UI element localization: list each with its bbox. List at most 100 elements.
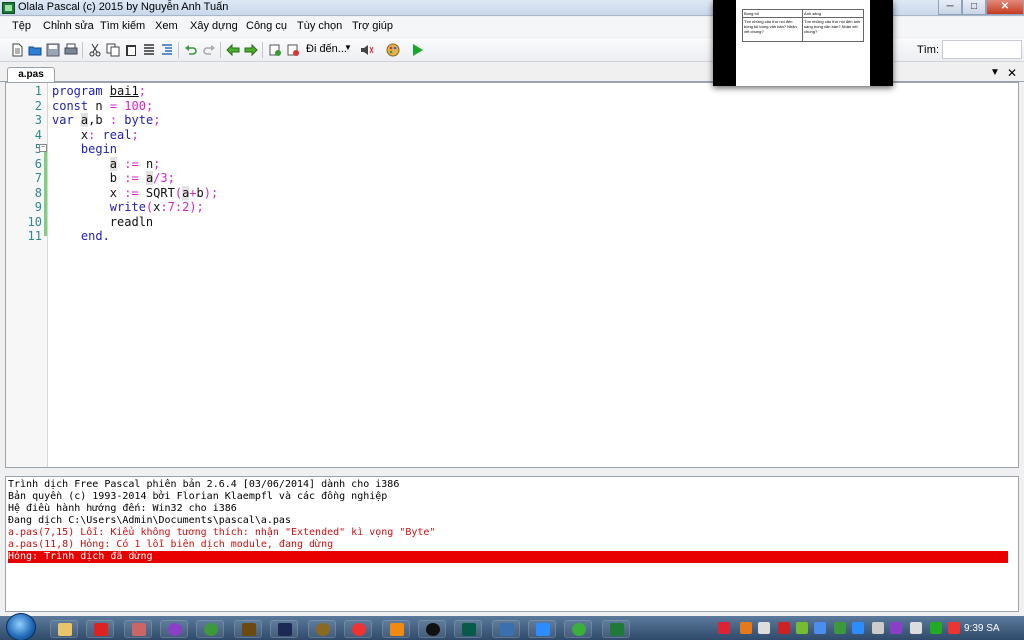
line-number: 9 bbox=[34, 200, 42, 214]
menu-file[interactable]: Tệp bbox=[12, 20, 31, 32]
tab-close-icon[interactable]: ✕ bbox=[1007, 66, 1017, 80]
tray-icon[interactable] bbox=[740, 622, 752, 634]
code-line: program bai1; bbox=[52, 84, 146, 98]
save-icon[interactable] bbox=[46, 43, 60, 57]
code-line: b := a/3; bbox=[52, 171, 175, 185]
code-line: const n = 100; bbox=[52, 98, 154, 113]
line-number: 4 bbox=[34, 127, 42, 142]
preview-cell-light: Tìm những câu thơ nói đến ánh sáng trong… bbox=[802, 17, 864, 42]
photoshop-taskbar-icon[interactable] bbox=[270, 620, 298, 638]
compiler-messages-panel[interactable]: Trình dịch Free Pascal phiên bản 2.6.4 [… bbox=[5, 476, 1019, 612]
tab-list-dropdown-icon[interactable]: ▼ bbox=[990, 67, 1000, 78]
redo-icon[interactable] bbox=[202, 43, 216, 57]
line-number: 7 bbox=[34, 171, 42, 185]
compiler-error[interactable]: a.pas(7,15) Lỗi: Kiểu không tương thích:… bbox=[8, 527, 1008, 539]
close-button[interactable]: ✕ bbox=[986, 0, 1024, 15]
youtube-taskbar-icon[interactable] bbox=[86, 620, 114, 638]
app-taskbar-icon[interactable] bbox=[124, 620, 152, 638]
toolbar-separator bbox=[178, 42, 179, 58]
menu-help[interactable]: Trợ giúp bbox=[352, 20, 393, 32]
tray-icon[interactable] bbox=[778, 622, 790, 634]
goto-dropdown[interactable]: Đi đến... bbox=[306, 43, 347, 55]
line-number: 10 bbox=[27, 214, 42, 229]
modified-lines-marker bbox=[44, 146, 47, 236]
palette-icon[interactable] bbox=[386, 43, 400, 57]
line-number: 5 bbox=[6, 142, 42, 157]
compiler-message: Hệ điều hành hướng đến: Win32 cho i386 bbox=[8, 503, 237, 514]
forward-arrow-icon[interactable] bbox=[244, 43, 258, 57]
run-icon[interactable] bbox=[410, 43, 424, 57]
tray-icon[interactable] bbox=[948, 622, 960, 634]
remove-bookmark-icon[interactable] bbox=[286, 43, 300, 57]
menu-tools[interactable]: Công cụ bbox=[246, 20, 287, 32]
find-input[interactable] bbox=[942, 40, 1022, 59]
line-number: 11 bbox=[27, 229, 42, 243]
preview-table: Bóng tối Ánh sáng Tìm những câu thơ nói … bbox=[741, 9, 864, 42]
record-taskbar-icon[interactable] bbox=[418, 620, 446, 638]
minimize-button[interactable]: ─ bbox=[938, 0, 962, 15]
line-number: 8 bbox=[34, 185, 42, 200]
print-icon[interactable] bbox=[64, 43, 78, 57]
chevron-down-icon[interactable]: ▼ bbox=[344, 43, 352, 52]
tab-a-pas[interactable]: a.pas bbox=[7, 67, 55, 83]
vlc-taskbar-icon[interactable] bbox=[382, 620, 410, 638]
chrome-active-taskbar-icon[interactable] bbox=[564, 620, 592, 638]
code-line: x := SQRT(a+b); bbox=[52, 185, 219, 200]
format-icon[interactable] bbox=[142, 43, 156, 57]
wifi-signal-icon[interactable] bbox=[910, 622, 922, 634]
tray-icon[interactable] bbox=[796, 622, 808, 634]
compiler-message: Bản quyền (c) 1993-2014 bởi Florian Klae… bbox=[8, 491, 388, 502]
compiler-stopped-message[interactable]: Hỏng: Trình dịch đã dừng bbox=[8, 551, 1008, 563]
paste-icon[interactable] bbox=[124, 43, 138, 57]
bridge-taskbar-icon[interactable] bbox=[234, 620, 262, 638]
tray-icon[interactable] bbox=[834, 622, 846, 634]
taskbar-clock[interactable]: 9:39 SA bbox=[964, 623, 1000, 634]
back-arrow-icon[interactable] bbox=[226, 43, 240, 57]
indent-icon[interactable] bbox=[160, 43, 174, 57]
audition-taskbar-icon[interactable] bbox=[454, 620, 482, 638]
line-number: 6 bbox=[34, 156, 42, 171]
target-taskbar-icon[interactable] bbox=[344, 620, 372, 638]
copy-icon[interactable] bbox=[106, 43, 120, 57]
preview-page: Bóng tối Ánh sáng Tìm những câu thơ nói … bbox=[736, 0, 870, 86]
compiler-message: Đang dịch C:\Users\Admin\Documents\pasca… bbox=[8, 515, 291, 526]
menu-edit[interactable]: Chỉnh sửa bbox=[43, 20, 94, 32]
tray-icon[interactable] bbox=[872, 622, 884, 634]
open-folder-icon[interactable] bbox=[28, 43, 42, 57]
menu-view[interactable]: Xem bbox=[155, 20, 178, 32]
start-button[interactable] bbox=[6, 613, 36, 640]
tray-icon[interactable] bbox=[890, 622, 902, 634]
explorer-taskbar-icon[interactable] bbox=[50, 620, 78, 638]
speaker-icon[interactable] bbox=[360, 43, 374, 57]
zoom-taskbar-icon[interactable] bbox=[528, 620, 556, 638]
compiler-message: Trình dịch Free Pascal phiên bản 2.6.4 [… bbox=[8, 479, 400, 490]
volume-icon[interactable] bbox=[758, 622, 770, 634]
maximize-button[interactable]: □ bbox=[962, 0, 986, 15]
preview-cell-dark: Tìm những câu thơ nói đến bóng tối trong… bbox=[741, 17, 804, 42]
zoom-tray-icon[interactable] bbox=[852, 622, 864, 634]
add-bookmark-icon[interactable] bbox=[268, 43, 282, 57]
chat-taskbar-icon[interactable] bbox=[160, 620, 188, 638]
bluetooth-icon[interactable] bbox=[814, 622, 826, 634]
battery-icon[interactable] bbox=[930, 622, 942, 634]
compiler-fatal[interactable]: a.pas(11,8) Hỏng: Có 1 lỗi biên dịch mod… bbox=[8, 539, 1008, 551]
network-taskbar-icon[interactable] bbox=[492, 620, 520, 638]
code-line: var a,b : byte; bbox=[52, 113, 161, 127]
cut-icon[interactable] bbox=[88, 43, 102, 57]
document-preview-thumbnail[interactable]: Bóng tối Ánh sáng Tìm những câu thơ nói … bbox=[713, 0, 893, 86]
menu-search[interactable]: Tìm kiếm bbox=[100, 20, 145, 32]
new-file-icon[interactable] bbox=[10, 43, 24, 57]
menu-options[interactable]: Tùy chọn bbox=[297, 20, 342, 32]
preview-header-dark: Bóng tối bbox=[741, 9, 804, 18]
pascal-taskbar-icon[interactable] bbox=[602, 620, 630, 638]
code-line: end. bbox=[80, 229, 110, 243]
undo-icon[interactable] bbox=[184, 43, 198, 57]
vietkey-tray-icon[interactable] bbox=[718, 622, 730, 634]
fold-toggle-icon[interactable]: − bbox=[39, 144, 47, 152]
chrome-taskbar-icon[interactable] bbox=[196, 620, 224, 638]
code-line: write(x:7:2); bbox=[109, 200, 204, 214]
code-editor[interactable]: 1 2 3 4 5 6 7 8 9 10 11 − program bai1; … bbox=[5, 82, 1019, 468]
app-icon bbox=[2, 2, 15, 14]
media-taskbar-icon[interactable] bbox=[308, 620, 336, 638]
menu-build[interactable]: Xây dựng bbox=[190, 20, 238, 32]
